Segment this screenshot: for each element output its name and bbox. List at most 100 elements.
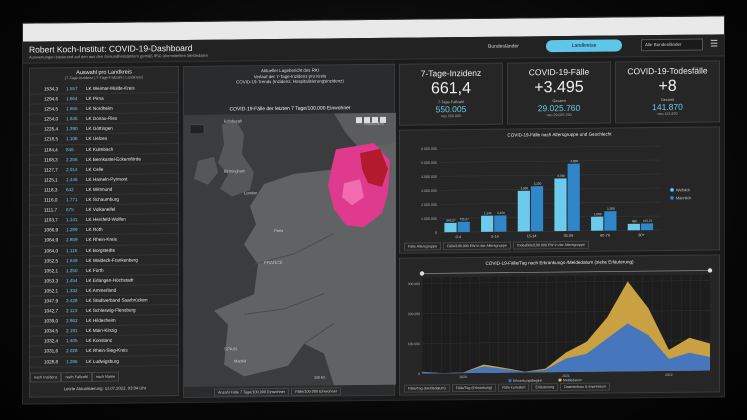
list-item-name: LK Borgstedte xyxy=(86,247,116,253)
tab-faelle-altersgruppe[interactable]: Fälle Altersgruppe xyxy=(404,242,441,251)
tab-nach-inzidenz[interactable]: nach Inzidenz xyxy=(30,372,62,383)
tab-faelle-100k-altersgruppe[interactable]: Fälle/100.000 EW in der Altersgruppe xyxy=(442,241,511,251)
list-item-name: LK Ammerland xyxy=(86,287,117,293)
y-gridline xyxy=(440,173,660,177)
tab-todesfaelle-100k[interactable]: Todesfälle/100.000 EW in der Altersgrupp… xyxy=(512,240,589,250)
tab-erlaeuterung[interactable]: Erläuterung xyxy=(531,383,559,392)
legend-label: Männlich xyxy=(676,196,691,200)
list-item[interactable]: 1028,8 1.286 LK Ludwigsburg xyxy=(30,355,178,368)
list-item-cases: 1.646 xyxy=(66,116,78,122)
daily-cases-chart[interactable]: 0100.000200.000300.0002020 2021 2022Erkran… xyxy=(400,264,719,385)
list-item-cases: 2.028 xyxy=(66,348,78,354)
tab-faelle-100k[interactable]: Fälle/100.000 Einwohner xyxy=(291,387,342,396)
search-icon[interactable] xyxy=(380,116,386,123)
list-item-name: LK Kulmbach xyxy=(86,146,114,152)
label-birmingham: Birmingham xyxy=(224,168,246,173)
map-links: Aktueller Lagebericht des RKI Verlauf de… xyxy=(184,67,396,86)
bar-data-label: 460 xyxy=(632,219,637,223)
list-item-cases: 675 xyxy=(66,207,74,213)
x-tick-label: 15-34 xyxy=(527,234,537,238)
tab-faelle-meldedatum[interactable]: Fälle/Tag (Meldedatum) xyxy=(404,384,450,393)
list-item-cases: 1.557 xyxy=(66,86,78,92)
tab-landkreise[interactable]: Landkreise xyxy=(546,39,622,53)
list-item-incidence: 1053,3 xyxy=(44,278,59,284)
landkreis-list-panel: Auswahl pro Landkreis (7-Tage-Inzidenz |… xyxy=(29,66,179,398)
map-tool-button[interactable] xyxy=(189,124,205,135)
y-tick-label: 200.000 xyxy=(408,312,420,316)
kpi-faelle: COVID-19-Fälle +3.495 Gesamt 29.025.760 … xyxy=(507,61,611,125)
list-item-name: LK Weimar-Mulde-Kreis xyxy=(86,85,135,92)
bar-data-label: 475,75 xyxy=(643,219,653,223)
bar-data-label: 3,760 xyxy=(557,174,565,178)
hamburger-menu-icon[interactable]: ☰ xyxy=(710,38,718,49)
list-item-cases: 2.256 xyxy=(66,156,78,162)
map-scale: 300 km xyxy=(314,376,326,380)
y-tick-label: 0 xyxy=(435,231,437,235)
bar-data-label: 1,159 xyxy=(497,211,505,215)
kpi-title: COVID-19-Fälle xyxy=(528,66,590,78)
list-item-incidence: 1066,9 xyxy=(44,227,59,233)
list-item-incidence: 1127,7 xyxy=(44,167,58,173)
list-item-name: LK Rhein-Sieg-Kreis xyxy=(86,348,128,354)
list-item-cases: 2.014 xyxy=(66,166,78,172)
bundesland-select[interactable]: Alle Bundesländer xyxy=(641,38,703,52)
list-item-name: LK Uelzen xyxy=(86,136,108,142)
y-gridline xyxy=(440,145,660,149)
kpi-note: neu 141.870 xyxy=(657,111,678,117)
bar-data-label: 735,27 xyxy=(460,217,470,221)
label-paris: Paris xyxy=(274,228,283,233)
bar-chart: 0 1.000.000 2.000.000 3.000.000 4.000.000 5.0… xyxy=(421,145,691,239)
kpi-value: +3.495 xyxy=(534,78,584,97)
zoom-in-icon[interactable] xyxy=(364,117,370,124)
tab-datenschutz[interactable]: Datenschutz & Impressum xyxy=(560,382,611,392)
bar-data-label: 1,000 xyxy=(594,212,602,216)
label-france: FRANCE xyxy=(264,260,283,265)
bar-male xyxy=(567,163,580,231)
x-tick-label: 0-4 xyxy=(456,235,461,239)
bar-data-label: 4,800 xyxy=(570,159,578,163)
list-header: Auswahl pro Landkreis (7-Tage-Inzidenz |… xyxy=(30,67,178,85)
x-tick-label: 60-79 xyxy=(600,234,610,238)
list-item-incidence: 1254,5 xyxy=(44,106,59,112)
bar-data-label: 2,903 xyxy=(521,186,529,190)
list-item-incidence: 1184,4 xyxy=(44,146,58,153)
list-item-incidence: 1031,6 xyxy=(44,348,59,354)
label-london: London xyxy=(244,190,257,195)
tab-faelle-erkrankung[interactable]: Fälle/Tag (Erkrankung) xyxy=(451,383,497,393)
y-tick-label: 0 xyxy=(418,372,420,376)
legend-marker xyxy=(508,378,512,383)
list-item-cases: 2.859 xyxy=(66,237,78,243)
list-item-incidence: 1294,6 xyxy=(44,96,59,102)
bar-data-label: 662,27 xyxy=(446,218,456,222)
list-item-incidence: 1034,5 xyxy=(44,328,59,334)
list-item-cases: 1.771 xyxy=(66,197,78,203)
list-item-name: LK Vulkaneifel xyxy=(86,206,116,213)
bar-data-label: 3,220 xyxy=(534,182,542,186)
tab-faelle-kumuliert[interactable]: Fälle kumuliert xyxy=(498,383,530,392)
list-item-incidence: 1052,1 xyxy=(44,267,59,274)
list-item-incidence: 1064,9 xyxy=(44,237,59,243)
list-item-cases: 846 xyxy=(66,146,74,152)
zoom-out-icon[interactable] xyxy=(372,116,378,124)
list-item-incidence: 1039,0 xyxy=(44,318,59,324)
list-item-name: LK Fürth xyxy=(86,267,104,273)
link-trends[interactable]: COVID-19-Trends (Inzidenz, Hospitalisier… xyxy=(184,78,396,86)
map-canvas[interactable]: Edinburgh Birmingham London Paris FRANCE… xyxy=(184,112,396,387)
x-tick-label: 35-59 xyxy=(563,234,573,238)
list-item-name: LK Göttingen xyxy=(86,126,113,132)
y-tick-label: 3.000.000 xyxy=(421,189,437,193)
list-item-cases: 2.191 xyxy=(66,328,78,334)
list-item-cases: 1.405 xyxy=(66,338,78,344)
tab-bundeslaender[interactable]: Bundesländer xyxy=(488,43,519,49)
bar-female xyxy=(517,190,530,232)
list-item-name: LK Nordheim xyxy=(86,105,113,112)
legend-label: Erkrankungsbeginn xyxy=(513,379,542,383)
list-item-incidence: 1052,1 xyxy=(44,288,59,294)
zoom-home-icon[interactable] xyxy=(356,117,362,124)
tab-nach-name[interactable]: nach Name xyxy=(91,371,120,382)
tab-nach-fallzahl[interactable]: nach Fallzahl xyxy=(61,371,92,383)
bar-female xyxy=(481,215,494,232)
tab-faelle-7-tage[interactable]: Anzahl Fälle 7 Tage/100.000 Einwohner xyxy=(214,387,290,397)
kpi-value: 661,4 xyxy=(430,79,472,98)
map-panel: Aktueller Lagebericht des RKI Verlauf de… xyxy=(183,63,396,398)
